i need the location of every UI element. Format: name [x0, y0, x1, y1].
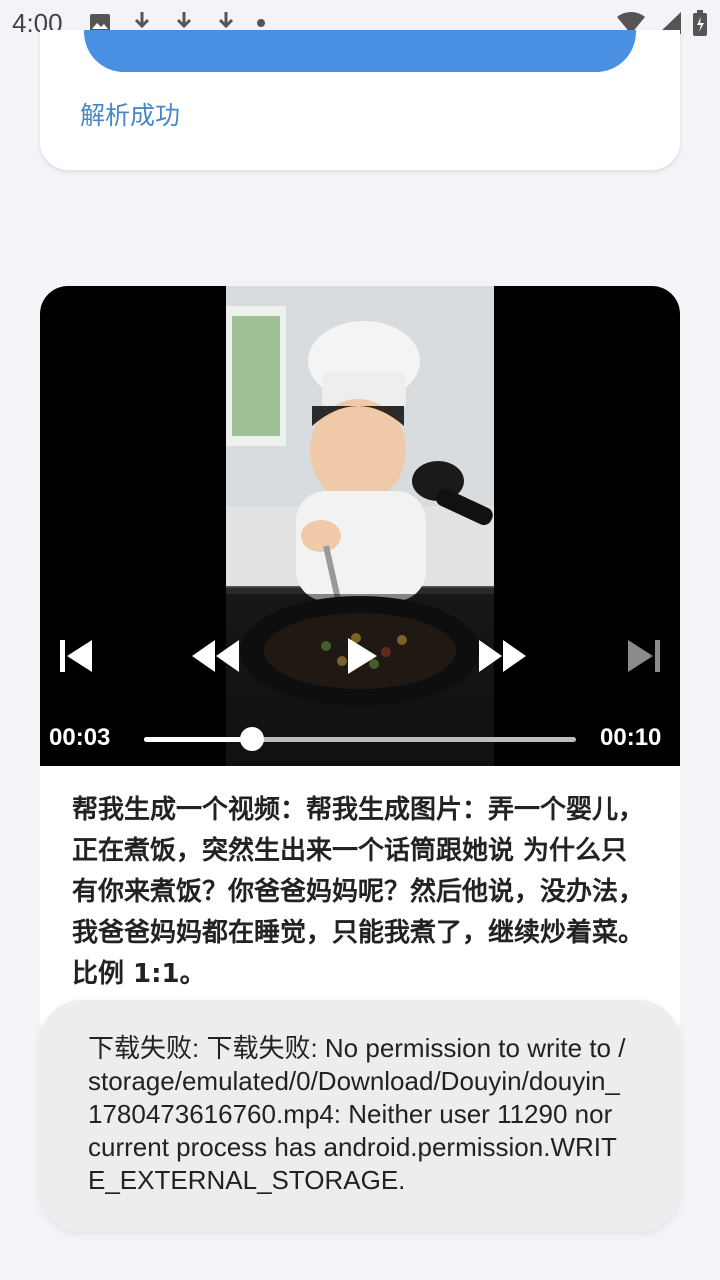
fast-forward-icon	[479, 640, 526, 672]
next-button[interactable]	[614, 626, 674, 686]
playback-controls	[40, 626, 680, 686]
play-button[interactable]	[332, 626, 392, 686]
parse-status-text: 解析成功	[80, 101, 181, 130]
battery-icon	[693, 10, 707, 36]
dot-icon	[257, 19, 265, 27]
video-player[interactable]: 00:03 00:10	[40, 286, 680, 766]
rewind-button[interactable]	[186, 626, 246, 686]
fast-forward-button[interactable]	[472, 626, 532, 686]
current-time: 00:03	[49, 724, 111, 751]
seek-thumb[interactable]	[240, 727, 264, 751]
toast-message: 下载失败: 下载失败: No permission to write to /s…	[88, 1033, 626, 1195]
play-icon	[348, 638, 377, 674]
skip-previous-icon	[60, 640, 92, 672]
parse-card: 解析成功	[40, 30, 680, 170]
error-toast: 下载失败: 下载失败: No permission to write to /s…	[40, 1000, 680, 1232]
duration: 00:10	[600, 724, 662, 751]
seek-bar[interactable]	[144, 727, 576, 751]
previous-button[interactable]	[46, 626, 106, 686]
video-card: 00:03 00:10 帮我生成一个视频：帮我生成图片：弄一个婴儿，正在煮饭，突…	[40, 286, 680, 1046]
parse-button[interactable]	[84, 30, 636, 72]
skip-next-icon	[628, 640, 660, 672]
video-description: 帮我生成一个视频：帮我生成图片：弄一个婴儿，正在煮饭，突然生出来一个话筒跟她说 …	[72, 795, 645, 989]
rewind-icon	[192, 640, 239, 672]
seek-progress	[144, 737, 252, 742]
